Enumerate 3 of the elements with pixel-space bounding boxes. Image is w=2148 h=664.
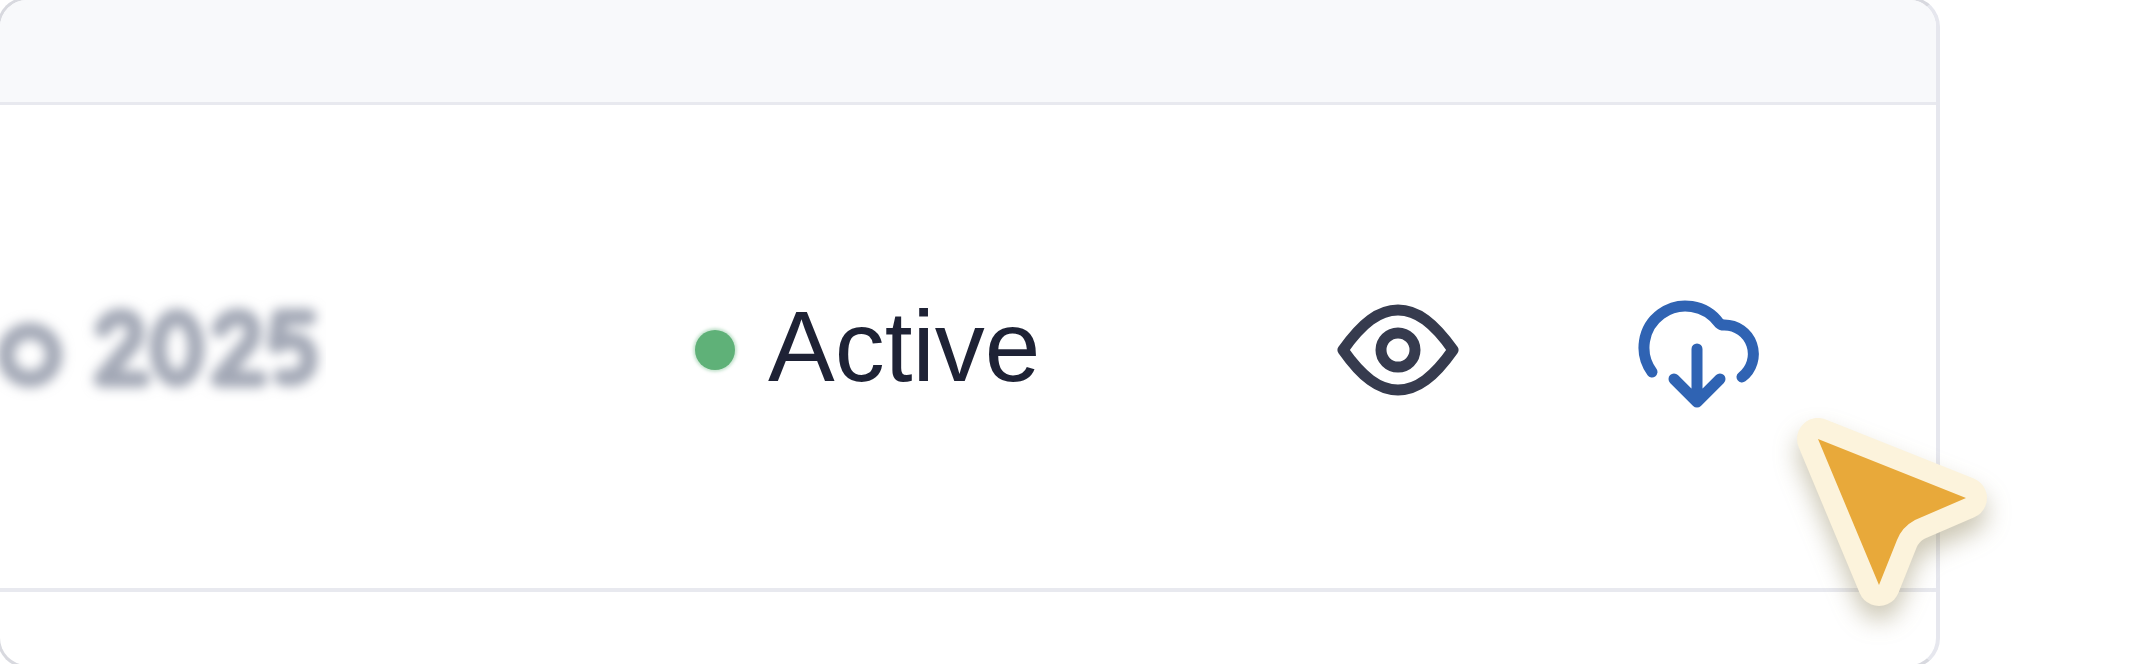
- eye-icon[interactable]: [1337, 303, 1459, 396]
- cursor-icon: [1797, 416, 1988, 608]
- status-label: Active: [768, 289, 1041, 404]
